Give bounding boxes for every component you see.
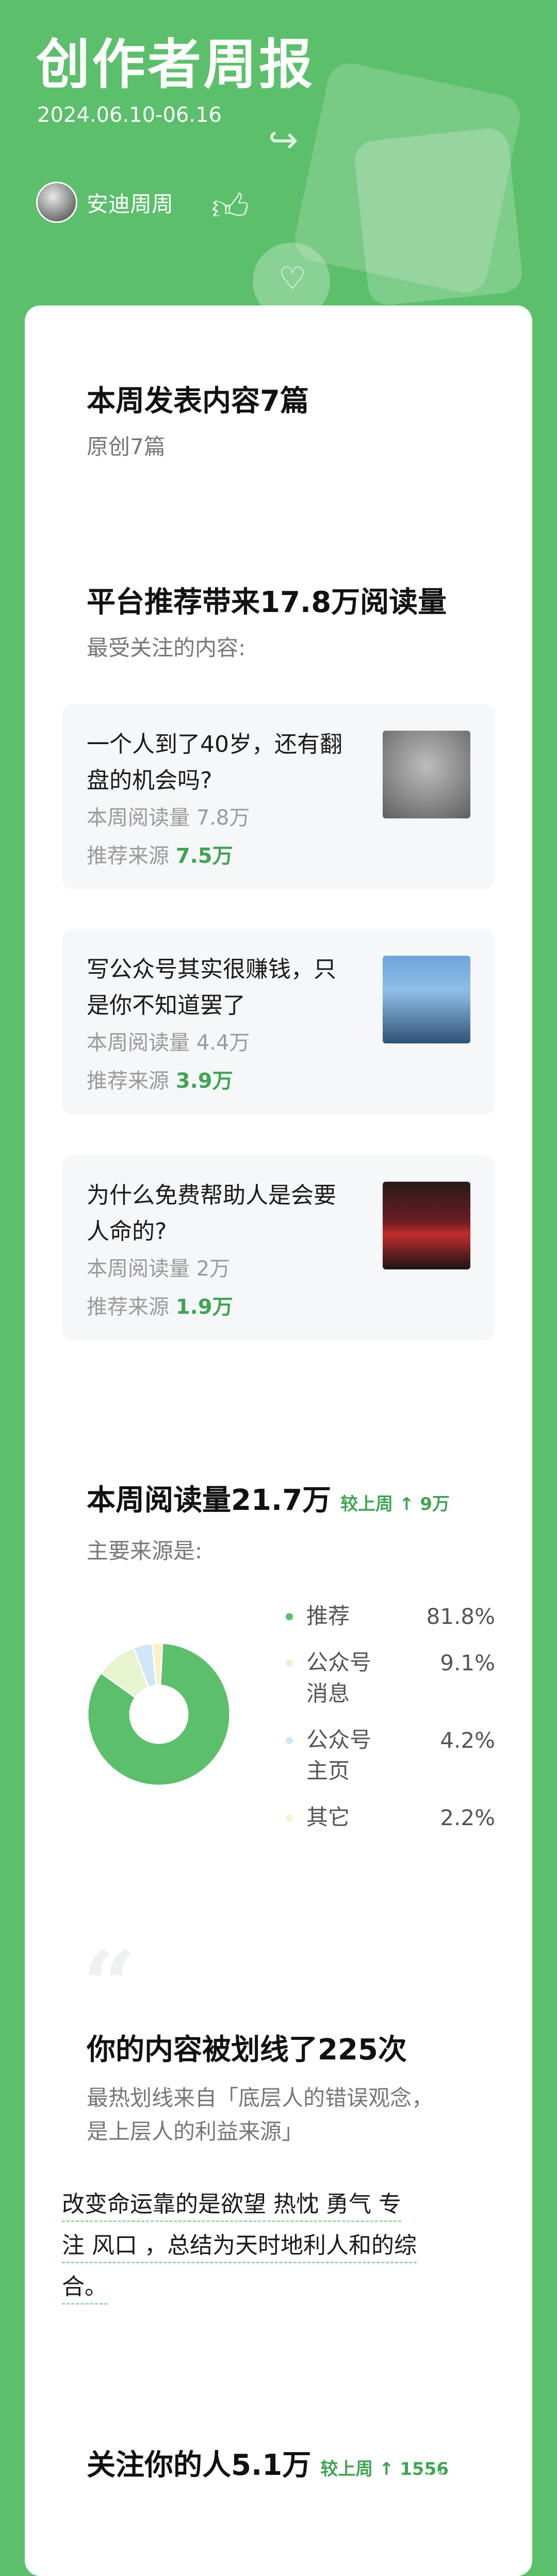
article-reads: 本周阅读量 7.8万 <box>87 806 250 830</box>
reads-sub: 主要来源是: <box>87 1538 203 1564</box>
article-card[interactable]: 为什么免费帮助人是会要人命的? 本周阅读量 2万 推荐来源 1.9万 <box>62 1155 495 1341</box>
report-title: 创作者周报 <box>36 33 315 96</box>
article-title: 为什么免费帮助人是会要人命的? <box>87 1182 336 1245</box>
recommend-title: 平台推荐带来17.8万阅读量 <box>87 586 447 619</box>
report-card: 本周发表内容7篇 原创7篇 平台推荐带来17.8万阅读量 最受关注的内容: 一个… <box>25 305 532 2576</box>
highlight-quote[interactable]: 改变命运靠的是欲望 热忱 勇气 专 注 风口 ，总结为天时地利人和的综 合。 <box>62 2184 495 2308</box>
article-thumbnail <box>383 956 470 1043</box>
published-sub: 原创7篇 <box>87 434 166 459</box>
legend-label: 公众号 消息 <box>306 1650 372 1706</box>
reads-heading: 本周阅读量21.7万 较上周 ↑ 9万 <box>87 1477 450 1519</box>
share-icon: ↪ <box>268 119 299 161</box>
recommend-sub: 最受关注的内容: <box>87 635 246 661</box>
legend-label: 其它 <box>306 1805 350 1830</box>
article-title: 一个人到了40岁，还有翻盘的机会吗? <box>87 731 342 794</box>
date-range: 2024.06.10-06.16 <box>37 103 222 127</box>
author-name: 安迪周周 <box>87 191 174 217</box>
reads-title: 本周阅读量21.7万 <box>87 1484 332 1517</box>
legend-label: 公众号 主页 <box>306 1727 372 1783</box>
avatar[interactable] <box>36 182 77 223</box>
legend-value: 4.2% <box>440 1728 495 1753</box>
article-rec: 推荐来源 1.9万 <box>87 1295 233 1319</box>
published-title: 本周发表内容7篇 <box>87 384 309 418</box>
article-thumbnail <box>383 731 470 818</box>
legend-dot <box>286 1737 293 1744</box>
legend-dot <box>286 1613 293 1620</box>
highlight-sub: 是上层人的利益来源」 <box>87 2119 304 2144</box>
article-reads: 本周阅读量 2万 <box>87 1257 231 1281</box>
heart-icon: ♡ <box>278 261 306 297</box>
article-card[interactable]: 一个人到了40岁，还有翻盘的机会吗? 本周阅读量 7.8万 推荐来源 7.5万 <box>62 704 495 890</box>
followers-heading: 关注你的人5.1万 较上周 ↑ 1556 <box>87 2442 449 2484</box>
article-thumbnail <box>383 1182 470 1269</box>
highlight-sub: 最热划线来自「底层人的错误观念， <box>87 2085 434 2111</box>
article-rec: 推荐来源 7.5万 <box>87 844 233 868</box>
article-reads: 本周阅读量 4.4万 <box>87 1031 250 1055</box>
source-pie-chart <box>87 1642 231 1786</box>
author-row[interactable]: 安迪周周 <box>36 182 173 223</box>
reads-change: 较上周 ↑ 9万 <box>340 1494 450 1515</box>
legend-dot <box>286 1814 293 1822</box>
legend-label: 推荐 <box>306 1603 350 1629</box>
watermark: 公众号 · 安迪周周 <box>418 2469 533 2486</box>
highlight-title: 你的内容被划线了225次 <box>87 2033 407 2067</box>
article-title: 写公众号其实很赚钱，只是你不知道罢了 <box>87 956 336 1019</box>
followers-title: 关注你的人5.1万 <box>87 2449 312 2482</box>
article-rec: 推荐来源 3.9万 <box>87 1069 233 1093</box>
thumbs-up-icon: 👍︎ <box>211 186 250 228</box>
report-header: ↪ 👍︎ ♡ 创作者周报 2024.06.10-06.16 安迪周周 <box>0 0 557 320</box>
quote-icon: “ <box>83 1931 136 2040</box>
decor-card <box>353 126 524 307</box>
legend-value: 2.2% <box>440 1805 495 1830</box>
legend-value: 9.1% <box>440 1650 495 1676</box>
legend-value: 81.8% <box>426 1604 495 1629</box>
legend-dot <box>286 1660 293 1667</box>
article-card[interactable]: 写公众号其实很赚钱，只是你不知道罢了 本周阅读量 4.4万 推荐来源 3.9万 <box>62 929 495 1115</box>
